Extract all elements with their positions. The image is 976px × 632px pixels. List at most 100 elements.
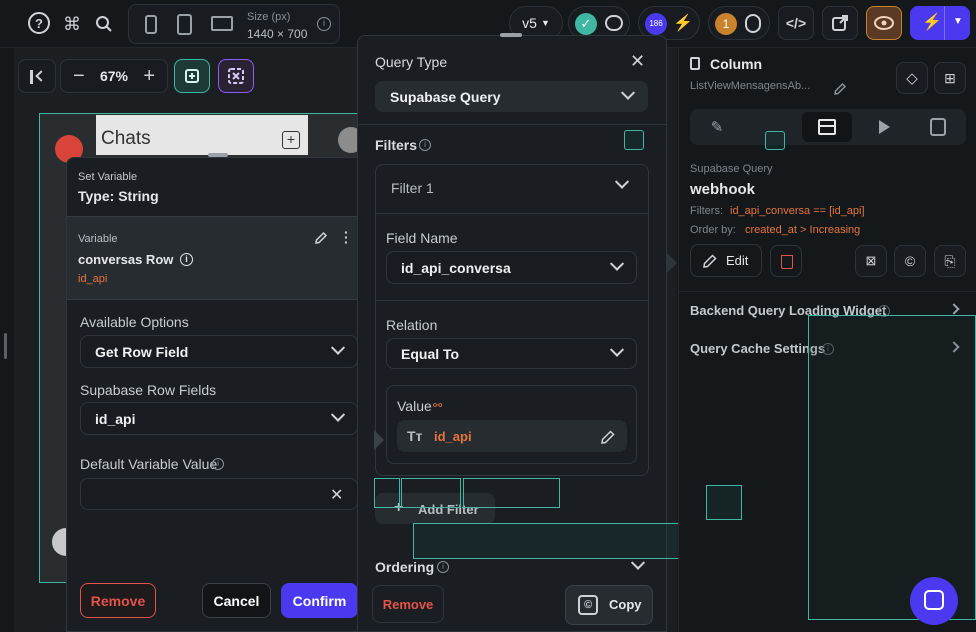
code-icon[interactable]: </> (778, 6, 814, 40)
help-icon[interactable]: ? (28, 12, 50, 34)
lightning-list-icon[interactable]: ⚡ (673, 13, 693, 33)
variable-source: id_api (78, 273, 108, 285)
check-icon[interactable]: ✓ (575, 13, 597, 35)
open-external-icon[interactable] (822, 6, 858, 40)
relation-dropdown[interactable]: Equal To (386, 338, 637, 369)
filters-toggle[interactable] (624, 130, 644, 150)
search-icon[interactable] (92, 12, 116, 36)
remove-button[interactable]: Remove (80, 583, 156, 618)
tab-backend-query[interactable] (802, 112, 852, 142)
filters-summary-value: id_api_conversa == [id_api] (730, 205, 865, 217)
settings-sliders-icon[interactable]: ⚯ (433, 399, 447, 413)
document-icon[interactable] (930, 118, 946, 136)
drag-handle[interactable] (208, 153, 228, 157)
value-input[interactable] (397, 420, 627, 452)
row-fields-dropdown[interactable]: id_api (80, 402, 358, 435)
pointer-arrow (374, 430, 384, 450)
remove-query-button[interactable]: Remove (372, 585, 444, 623)
size-label: Size (px) (247, 11, 291, 23)
close-icon[interactable]: ✕ (630, 51, 645, 72)
comment-icon[interactable] (605, 15, 623, 31)
edit-pencil-icon[interactable] (600, 429, 615, 444)
copy-icon[interactable]: © (894, 245, 926, 277)
query-name: webhook (690, 181, 756, 198)
edit-label: Edit (726, 253, 749, 268)
resize-handle[interactable] (4, 333, 7, 359)
value-label: Value (397, 398, 432, 414)
notification-badge[interactable]: 186 (645, 13, 667, 35)
lightning-icon: ⚡ (922, 14, 942, 31)
size-value[interactable]: 1440 × 700 (247, 27, 307, 41)
filter-title: Filter 1 (391, 180, 434, 196)
query-type-value: Supabase Query (390, 88, 501, 105)
add-component-icon[interactable]: ⊞ (934, 62, 966, 94)
diamond-icon[interactable]: ◇ (896, 62, 928, 94)
bug-icon[interactable] (745, 14, 761, 33)
field-name-dropdown[interactable]: id_api_conversa (386, 251, 637, 284)
remove-widget-icon[interactable] (218, 59, 254, 93)
row-fields-label: Supabase Row Fields (80, 382, 217, 398)
copy-icon: © (578, 595, 598, 615)
chevron-down-icon[interactable]: ▼ (953, 16, 963, 27)
chevron-down-icon (609, 342, 625, 357)
info-icon: i (437, 561, 449, 573)
panel-heading: Set Variable (78, 171, 138, 183)
variable-name[interactable]: conversas Row (78, 252, 173, 267)
edit-pencil-icon (702, 253, 718, 269)
confirm-button[interactable]: Confirm (281, 583, 358, 618)
clear-icon[interactable]: ✕ (330, 485, 343, 505)
database-icon (818, 119, 836, 135)
more-vert-icon[interactable]: · · · (344, 225, 350, 249)
pointer-arrow (667, 253, 677, 273)
selection-outline (413, 523, 689, 559)
chat-icon (924, 590, 944, 610)
field-name-label: Field Name (386, 230, 458, 246)
info-icon: i (212, 458, 224, 470)
filters-summary-label: Filters: (690, 205, 723, 217)
desktop-icon[interactable] (211, 16, 233, 31)
bug-count-badge[interactable]: 1 (715, 13, 737, 35)
debug-group: 1 (708, 6, 770, 40)
version-label: v5 (522, 15, 537, 31)
tab-properties[interactable]: ✎ (700, 113, 734, 141)
command-icon[interactable]: ⌘ (60, 12, 84, 36)
column-icon (690, 57, 700, 70)
clear-format-icon[interactable]: ⊠ (855, 245, 887, 277)
default-value-label: Default Variable Value (80, 456, 218, 472)
tablet-icon[interactable] (177, 14, 192, 35)
tab-actions[interactable] (765, 131, 785, 150)
selection-outline (374, 478, 400, 508)
collapse-panel-button[interactable] (18, 59, 56, 93)
query-kind: Supabase Query (690, 163, 773, 175)
default-value-input[interactable] (80, 478, 358, 510)
available-options-dropdown[interactable]: Get Row Field (80, 335, 358, 368)
zoom-out-icon[interactable]: − (73, 65, 85, 88)
edit-pencil-icon[interactable] (833, 82, 847, 96)
available-options-value: Get Row Field (95, 343, 189, 360)
device-size-selector: Size (px) 1440 × 700 i (128, 4, 340, 44)
add-chat-icon[interactable]: + (282, 131, 300, 149)
paste-icon[interactable]: ⎘ (934, 245, 966, 277)
edit-pencil-icon[interactable] (314, 231, 328, 245)
add-widget-icon[interactable] (174, 59, 210, 93)
zoom-in-icon[interactable]: + (143, 65, 155, 88)
query-type-dropdown[interactable]: Supabase Query (375, 81, 648, 112)
order-summary-value: created_at > Increasing (745, 224, 861, 236)
run-button[interactable]: ⚡ ▼ (910, 6, 970, 40)
chevron-down-icon: ▼ (540, 18, 550, 28)
chevron-down-icon (330, 407, 346, 422)
variable-type: Type: String (78, 188, 159, 204)
order-summary-label: Order by: (690, 224, 736, 236)
preview-eye-icon[interactable] (866, 6, 902, 40)
zoom-level[interactable]: 67% (100, 68, 128, 84)
widget-name: Column (710, 56, 763, 72)
drag-handle[interactable] (500, 33, 522, 37)
trash-icon (781, 255, 793, 269)
cancel-button[interactable]: Cancel (202, 583, 271, 618)
play-icon[interactable] (879, 120, 890, 134)
support-chat-button[interactable] (910, 577, 958, 625)
info-icon: i (180, 253, 193, 266)
cache-settings-label[interactable]: Query Cache Settings (690, 341, 825, 356)
phone-icon[interactable] (145, 15, 157, 34)
delete-query-button[interactable] (770, 245, 802, 277)
